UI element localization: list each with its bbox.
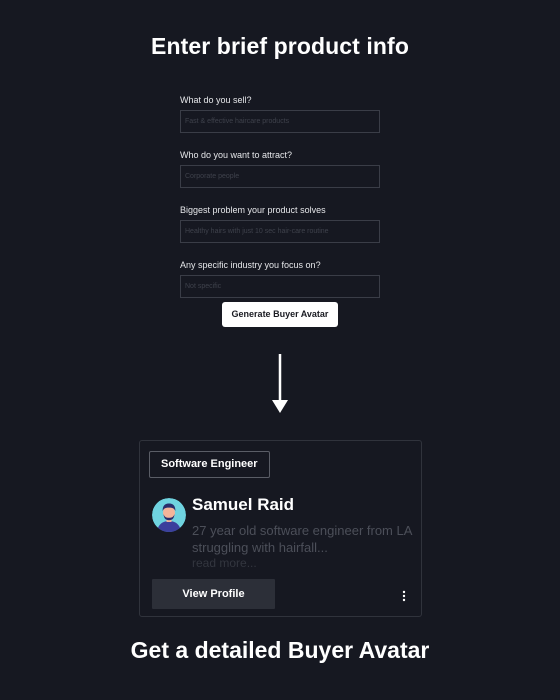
field-label: Biggest problem your product solves	[180, 205, 326, 215]
more-vertical-icon[interactable]	[401, 590, 407, 604]
field-problem: Biggest problem your product solves Heal…	[180, 204, 380, 243]
avatar	[152, 498, 186, 532]
view-profile-button[interactable]: View Profile	[152, 579, 275, 609]
footer-tagline: Get a detailed Buyer Avatar	[130, 637, 430, 663]
role-badge: Software Engineer	[149, 451, 270, 478]
buyer-avatar-card: Software Engineer Samuel Raid 27 year ol…	[139, 440, 422, 617]
generate-buyer-avatar-button[interactable]: Generate Buyer Avatar	[222, 302, 338, 327]
person-description: 27 year old software engineer from LA st…	[192, 523, 412, 555]
attract-input[interactable]: Corporate people	[180, 165, 380, 188]
field-label: Who do you want to attract?	[180, 150, 293, 160]
product-info-form: What do you sell? Fast & effective hairc…	[180, 94, 380, 314]
arrow-down-icon	[272, 354, 288, 413]
problem-input[interactable]: Healthy hairs with just 10 sec hair-care…	[180, 220, 380, 243]
page-title: Enter brief product info	[151, 33, 409, 59]
field-label: Any specific industry you focus on?	[180, 260, 321, 270]
field-label: What do you sell?	[180, 95, 252, 105]
field-attract: Who do you want to attract? Corporate pe…	[180, 149, 380, 188]
person-avatar-icon	[152, 498, 186, 532]
read-more-link[interactable]: read more...	[192, 556, 257, 571]
field-what-sell: What do you sell? Fast & effective hairc…	[180, 94, 380, 133]
industry-input[interactable]: Not specific	[180, 275, 380, 298]
person-name: Samuel Raid	[192, 495, 295, 514]
page: Enter brief product info What do you sel…	[0, 0, 560, 700]
what-sell-input[interactable]: Fast & effective haircare products	[180, 110, 380, 133]
field-industry: Any specific industry you focus on? Not …	[180, 259, 380, 298]
